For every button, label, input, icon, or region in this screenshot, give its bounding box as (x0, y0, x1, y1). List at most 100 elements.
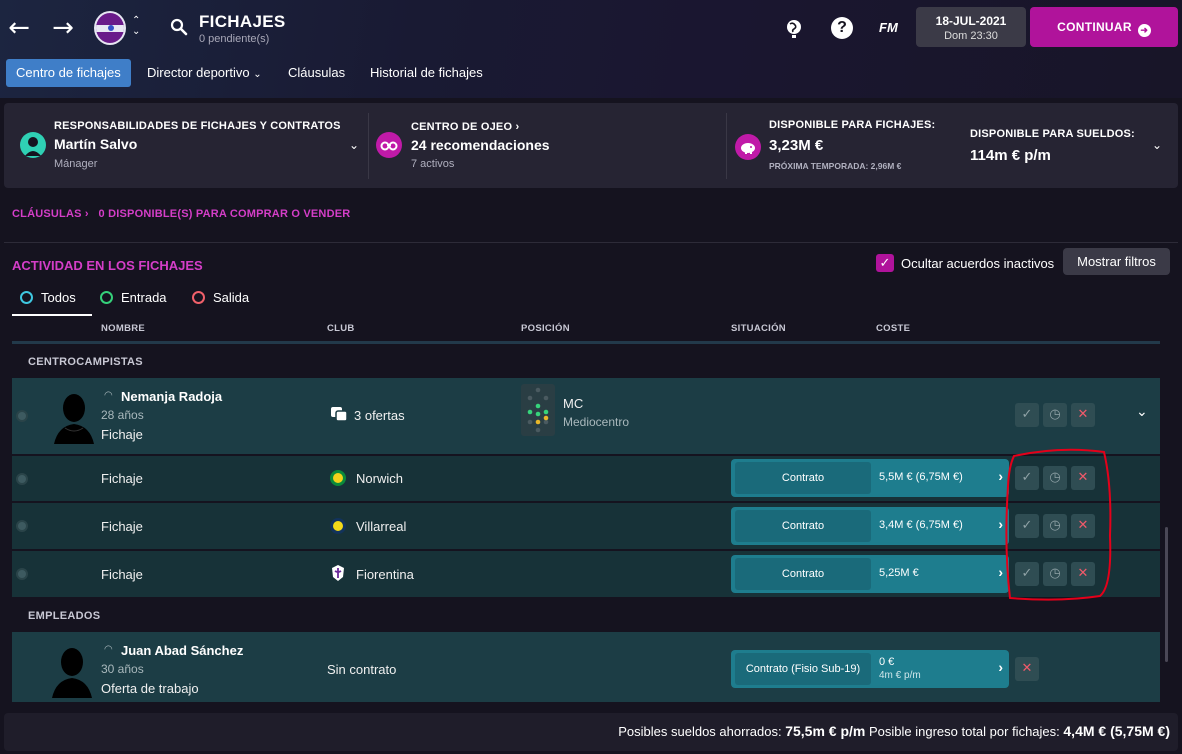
offers-icon (331, 407, 348, 422)
active-tab-indicator (12, 314, 92, 316)
reject-x-icon[interactable]: ✕ (1071, 403, 1095, 427)
tab-director-label: Director deportivo (147, 65, 250, 80)
player-avatar (54, 394, 94, 444)
transfer-in-icon (100, 291, 113, 304)
contract-cost: 3,4M € (6,75M €) (879, 519, 963, 531)
delay-clock-icon[interactable]: ◷ (1043, 403, 1067, 427)
tab-historial[interactable]: Historial de fichajes (360, 59, 493, 87)
offer-row[interactable]: Fichaje Fiorentina Contrato 5,25M € › ✓ … (12, 551, 1160, 597)
tab-director-deportivo[interactable]: Director deportivo ⌄ (137, 59, 272, 87)
club-crest-fiorentina-icon (332, 565, 344, 581)
transfer-budget-next: PRÓXIMA TEMPORADA: 2,96M € (769, 161, 902, 171)
staff-contract-button[interactable]: Contrato (Fisio Sub-19) 0 € 4m € p/m › (731, 650, 1009, 688)
player-interest-icon: ◠ (104, 390, 113, 401)
column-header-posicion[interactable]: POSICIÓN (521, 323, 570, 334)
transfer-budget-title: DISPONIBLE PARA FICHAJES: (769, 119, 936, 131)
responsibilities-chevron-icon[interactable]: ⌄ (349, 138, 359, 152)
income-value: 4,4M € (5,75M €) (1063, 723, 1170, 739)
transfer-both-icon (20, 291, 33, 304)
continue-label: CONTINUAR (1057, 20, 1132, 34)
contract-button[interactable]: Contrato 3,4M € (6,75M €) › (731, 507, 1009, 545)
column-header-coste[interactable]: COSTE (876, 323, 910, 334)
show-filters-button[interactable]: Mostrar filtros (1063, 248, 1170, 275)
clausulas-text: 0 DISPONIBLE(S) PARA COMPRAR O VENDER (98, 208, 351, 220)
section-title-staff: EMPLEADOS (28, 610, 101, 622)
offer-club[interactable]: Norwich (356, 471, 403, 486)
position-code: MC (563, 396, 584, 411)
scouting-title-label: CENTRO DE OJEO (411, 121, 513, 133)
offer-club[interactable]: Villarreal (356, 519, 406, 534)
row-select-radio[interactable] (16, 410, 28, 422)
club-crest-icon[interactable] (94, 11, 126, 45)
column-header-club[interactable]: CLUB (327, 323, 355, 334)
scrollbar[interactable] (1165, 527, 1168, 662)
contract-label: Contrato (Fisio Sub-19) (735, 653, 871, 685)
clausulas-link[interactable]: CLÁUSULAS (12, 208, 82, 220)
tab-clausulas[interactable]: Cláusulas (278, 59, 355, 87)
help-icon[interactable]: ? (831, 17, 853, 39)
contract-wage: 4m € p/m (879, 670, 921, 681)
column-header-nombre[interactable]: NOMBRE (101, 323, 145, 334)
offer-row[interactable]: Fichaje Norwich Contrato 5,5M € (6,75M €… (12, 456, 1160, 501)
column-header-situacion[interactable]: SITUACIÓN (731, 323, 786, 334)
wages-saved-label: Posibles sueldos ahorrados: (618, 724, 782, 739)
tab-centro-de-fichajes[interactable]: Centro de fichajes (6, 59, 131, 87)
back-arrow-icon[interactable]: ← (6, 14, 32, 42)
player-row[interactable]: ◠ Nemanja Radoja 28 años Fichaje 3 ofert… (12, 378, 1160, 454)
globe-icon[interactable] (783, 17, 805, 39)
date-display[interactable]: 18-JUL-2021 Dom 23:30 (916, 7, 1026, 47)
chevron-down-icon: ⌄ (253, 69, 262, 80)
fm-logo[interactable]: FM (879, 20, 898, 35)
filter-tab-entrada[interactable]: Entrada (100, 290, 167, 305)
filter-tab-label: Todos (41, 290, 76, 305)
piggy-bank-icon (735, 134, 761, 160)
contract-button[interactable]: Contrato 5,5M € (6,75M €) › (731, 459, 1009, 497)
player-offers[interactable]: 3 ofertas (354, 408, 405, 423)
position-pitch-icon (521, 384, 555, 436)
expand-chevron-icon[interactable]: ⌄ (1136, 404, 1148, 420)
continue-button[interactable]: CONTINUAR ➜ (1030, 7, 1178, 47)
contract-cost: 5,25M € (879, 567, 919, 579)
wages-saved-value: 75,5m € p/m (785, 723, 866, 739)
clausulas-summary[interactable]: CLÁUSULAS › 0 DISPONIBLE(S) PARA COMPRAR… (12, 208, 350, 220)
hide-inactive-label[interactable]: Ocultar acuerdos inactivos (901, 256, 1054, 271)
player-name[interactable]: Nemanja Radoja (121, 389, 222, 404)
responsibilities-title[interactable]: RESPONSABILIDADES DE FICHAJES Y CONTRATO… (54, 120, 341, 132)
wage-budget-title: DISPONIBLE PARA SUELDOS: (970, 128, 1135, 140)
divider (726, 113, 727, 179)
staff-club: Sin contrato (327, 662, 397, 677)
filter-tab-todos[interactable]: Todos (20, 290, 76, 305)
position-name: Mediocentro (563, 415, 630, 429)
scouting-active: 7 activos (411, 158, 455, 170)
table-header-bar (12, 341, 1160, 344)
manager-avatar-icon (20, 132, 46, 158)
staff-name[interactable]: Juan Abad Sánchez (121, 643, 243, 658)
contract-button[interactable]: Contrato 5,25M € › (731, 555, 1009, 593)
reject-x-icon[interactable]: ✕ (1015, 657, 1039, 681)
row-select-radio[interactable] (16, 568, 28, 580)
search-icon[interactable] (170, 18, 188, 36)
divider (368, 113, 369, 179)
row-select-radio[interactable] (16, 473, 28, 485)
budget-chevron-icon[interactable]: ⌄ (1152, 138, 1162, 152)
hide-inactive-checkbox[interactable]: ✓ (876, 254, 894, 272)
transfer-out-icon (192, 291, 205, 304)
transfer-budget-value: 3,23M € (769, 137, 824, 154)
offer-row[interactable]: Fichaje Villarreal Contrato 3,4M € (6,75… (12, 503, 1160, 549)
offer-type: Fichaje (101, 471, 143, 486)
staff-row[interactable]: ◠ Juan Abad Sánchez 30 años Oferta de tr… (12, 632, 1160, 702)
accept-check-icon[interactable]: ✓ (1015, 403, 1039, 427)
row-select-radio[interactable] (16, 520, 28, 532)
footer-summary: Posibles sueldos ahorrados: 75,5m € p/m … (4, 713, 1178, 751)
continue-arrow-icon: ➜ (1137, 24, 1151, 37)
club-switch-icon[interactable]: ⌃ ⌄ (132, 15, 140, 37)
contract-label: Contrato (735, 558, 871, 590)
scouting-recommendations: 24 recomendaciones (411, 137, 550, 153)
contract-arrow-icon: › (998, 659, 1003, 675)
filter-tab-salida[interactable]: Salida (192, 290, 249, 305)
summary-panel: RESPONSABILIDADES DE FICHAJES Y CONTRATO… (4, 103, 1178, 188)
offer-club[interactable]: Fiorentina (356, 567, 414, 582)
player-age: 28 años (101, 408, 144, 422)
forward-arrow-icon[interactable]: → (50, 14, 76, 42)
scouting-title[interactable]: CENTRO DE OJEO › (411, 121, 519, 133)
